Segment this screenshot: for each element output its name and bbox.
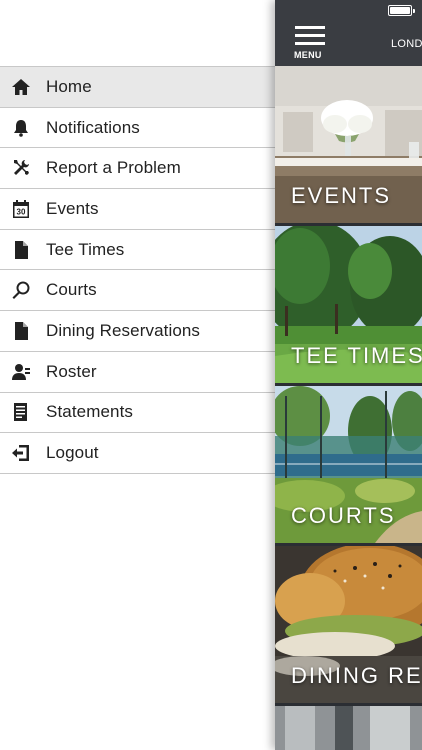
menu-label-tee-times: Tee Times: [46, 239, 125, 259]
menu-label-dining-reservations: Dining Reservations: [46, 320, 201, 340]
tile-dining[interactable]: DINING RES: [275, 546, 422, 703]
bell-icon: [11, 118, 31, 138]
menu-item-logout[interactable]: Logout: [0, 433, 275, 474]
hamburger-icon-bar: [295, 34, 325, 37]
tile-tee-times[interactable]: TEE TIMES: [275, 226, 422, 383]
menu-item-courts[interactable]: Courts: [0, 270, 275, 312]
hamburger-icon-bar: [295, 42, 325, 45]
racket-icon: [11, 280, 31, 300]
hamburger-icon: [295, 26, 325, 29]
tile-label-events: EVENTS: [291, 183, 392, 208]
menu-label-logout: Logout: [46, 443, 99, 463]
club-name: LOND: [391, 38, 422, 50]
menu-label-statements: Statements: [46, 402, 133, 422]
tile-label-courts: COURTS: [291, 503, 396, 528]
menu-label-events: Events: [46, 198, 99, 218]
menu-item-roster[interactable]: Roster: [0, 351, 275, 393]
statement-icon: [11, 402, 31, 422]
top-bar: MENU LOND: [275, 0, 422, 66]
tile-label-tee-times: TEE TIMES: [291, 343, 422, 368]
tile-more[interactable]: [275, 706, 422, 750]
menu-label-roster: Roster: [46, 361, 97, 381]
menu-caption: MENU: [294, 50, 322, 60]
menu-item-report-problem[interactable]: Report a Problem: [0, 148, 275, 190]
menu-item-home[interactable]: Home: [0, 67, 275, 108]
glassware-photo: [275, 706, 422, 750]
document-icon: [11, 240, 31, 260]
logout-icon: [11, 443, 31, 463]
calendar-day: 30: [17, 207, 26, 216]
menu-item-dining-reservations[interactable]: Dining Reservations: [0, 311, 275, 352]
main-panel: MENU LOND EVENTS TEE TIMES COURTS DINING…: [275, 0, 422, 750]
home-icon: [11, 77, 31, 97]
menu-item-tee-times[interactable]: Tee Times: [0, 229, 275, 271]
menu-label-home: Home: [46, 76, 92, 96]
menu-label-courts: Courts: [46, 280, 97, 300]
calendar-icon: 30: [11, 199, 31, 219]
battery-icon: [388, 5, 415, 16]
tile-courts[interactable]: COURTS: [275, 386, 422, 543]
menu-item-events[interactable]: 30 Events: [0, 189, 275, 230]
document-icon: [11, 321, 31, 341]
drawer-menu: Home Notifications Report a Problem 30 E…: [0, 66, 275, 474]
menu-label-report-problem: Report a Problem: [46, 158, 181, 178]
tile-events[interactable]: EVENTS: [275, 66, 422, 223]
tile-label-dining: DINING RES: [291, 663, 422, 688]
menu-item-statements[interactable]: Statements: [0, 392, 275, 434]
side-drawer: Home Notifications Report a Problem 30 E…: [0, 0, 275, 750]
menu-label-notifications: Notifications: [46, 117, 140, 137]
menu-item-notifications[interactable]: Notifications: [0, 107, 275, 149]
person-icon: [11, 362, 31, 382]
tools-icon: [11, 158, 31, 178]
menu-button[interactable]: MENU: [294, 26, 328, 60]
